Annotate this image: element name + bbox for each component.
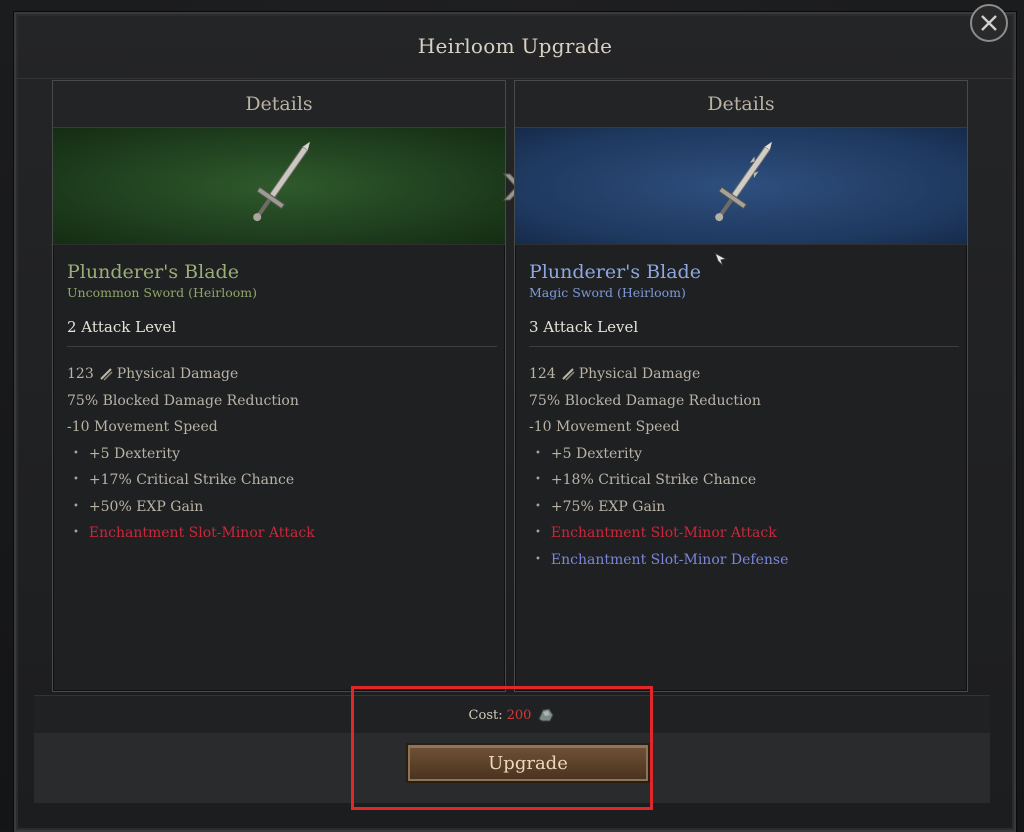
current-item-panel: Details Plunderer's Blade Uncommon Sword… [52, 80, 506, 692]
dialog-title-bar: Heirloom Upgrade [16, 14, 1014, 79]
close-button[interactable] [970, 4, 1008, 42]
action-area: Upgrade [34, 733, 990, 803]
damage-label: Physical Damage [116, 366, 239, 382]
stat-move-speed: -10 Movement Speed [529, 419, 680, 435]
stat-block: 75% Blocked Damage Reduction [67, 392, 299, 409]
sword-icon [253, 141, 310, 222]
item-art [53, 128, 505, 245]
cost-value: 200 [506, 707, 532, 723]
cost-label: Cost: [468, 707, 503, 723]
damage-value: 123 [67, 366, 94, 382]
affix-item: +17% Critical Strike Chance [67, 467, 491, 494]
cursor-icon [714, 252, 728, 267]
physical-damage-icon [562, 368, 575, 381]
item-art [515, 128, 967, 245]
enchant-slot-attack: Enchantment Slot-Minor Attack [67, 520, 491, 547]
item-name: Plunderer's Blade [67, 261, 239, 283]
sword-icon [715, 141, 772, 222]
physical-damage-icon [100, 368, 113, 381]
close-icon [981, 15, 997, 31]
affix-item: +5 Dexterity [529, 441, 953, 468]
enchant-slot-attack: Enchantment Slot-Minor Attack [529, 520, 953, 547]
stat-block: 75% Blocked Damage Reduction [529, 392, 761, 409]
cost-bar: Cost: 200 [34, 695, 990, 734]
attack-level: 2 Attack Level [67, 318, 497, 347]
affix-item: +18% Critical Strike Chance [529, 467, 953, 494]
stat-list: 123 Physical Damage 75% Blocked Damage R… [67, 361, 491, 547]
attack-level: 3 Attack Level [529, 318, 959, 347]
panel-header: Details [53, 81, 505, 128]
stat-move-speed: -10 Movement Speed [67, 419, 218, 435]
item-type: Magic Sword (Heirloom) [529, 285, 686, 300]
damage-label: Physical Damage [578, 366, 701, 382]
stat-list: 124 Physical Damage 75% Blocked Damage R… [529, 361, 953, 573]
item-type: Uncommon Sword (Heirloom) [67, 285, 258, 300]
upgraded-item-panel: Details Plunderer's Blade Magic Sword (H… [514, 80, 968, 692]
affix-item: +75% EXP Gain [529, 494, 953, 521]
enchant-slot-defense: Enchantment Slot-Minor Defense [529, 547, 953, 574]
affix-item: +50% EXP Gain [67, 494, 491, 521]
ore-icon [538, 708, 555, 722]
panel-header: Details [515, 81, 967, 128]
upgrade-button[interactable]: Upgrade [408, 745, 648, 781]
item-name: Plunderer's Blade [529, 261, 701, 283]
damage-value: 124 [529, 366, 556, 382]
stat-physical-damage: 123 Physical Damage [67, 361, 491, 388]
stat-physical-damage: 124 Physical Damage [529, 361, 953, 388]
dialog-title: Heirloom Upgrade [417, 34, 613, 58]
affix-item: +5 Dexterity [67, 441, 491, 468]
